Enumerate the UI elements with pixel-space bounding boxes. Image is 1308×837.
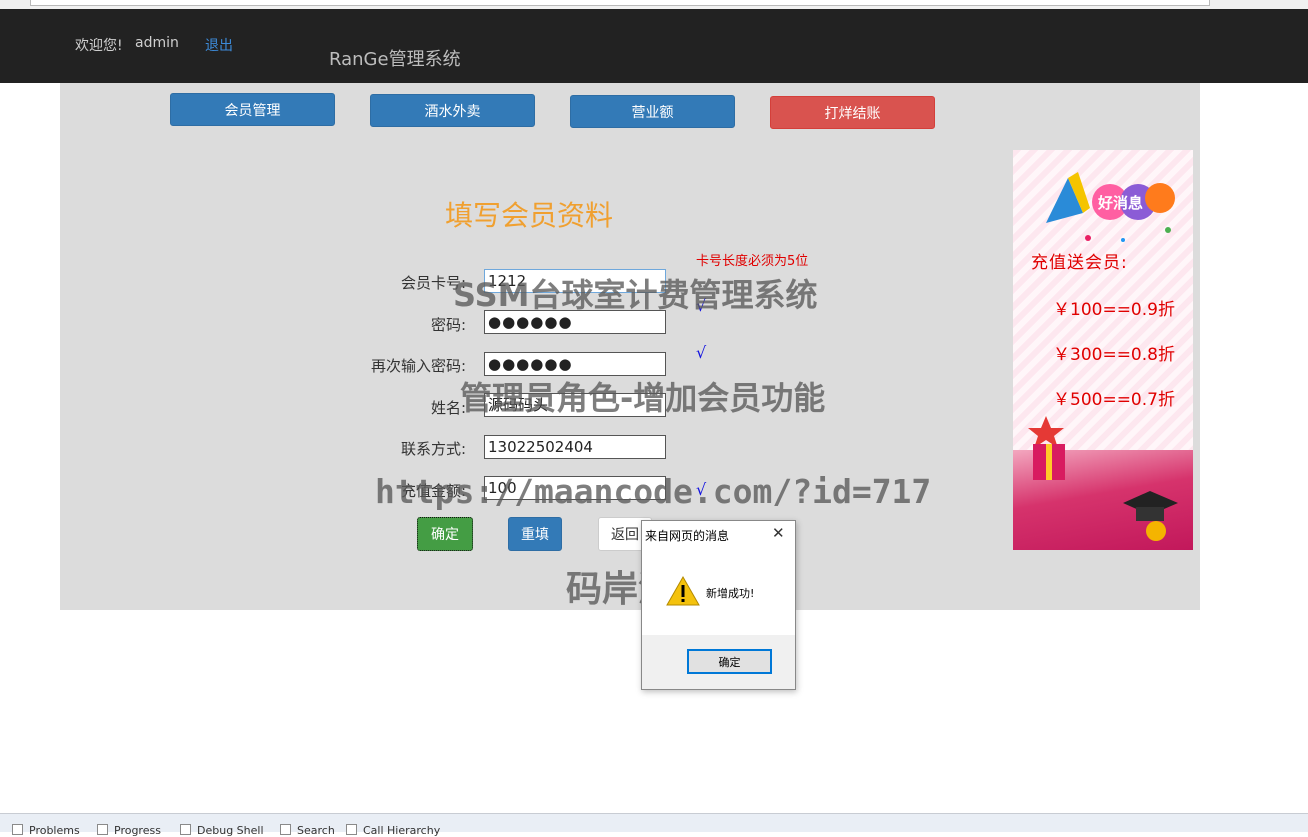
- brand-title[interactable]: RanGe管理系统: [329, 45, 461, 71]
- problems-icon: [12, 824, 23, 835]
- phone-input[interactable]: 13022502404: [484, 435, 666, 459]
- dialog-title: 来自网页的消息: [645, 529, 730, 543]
- alert-dialog: 来自网页的消息 ✕ 新增成功! 确定: [641, 520, 796, 690]
- warning-icon: [666, 575, 700, 606]
- confirm-password-label: 再次输入密码:: [370, 357, 466, 375]
- member-management-button[interactable]: 会员管理: [170, 93, 335, 126]
- revenue-button[interactable]: 营业额: [570, 95, 735, 128]
- form-title: 填写会员资料: [445, 199, 614, 232]
- confirm-password-check-icon: √: [696, 343, 707, 362]
- watermark-subtitle: 管理员角色-增加会员功能: [460, 379, 826, 417]
- browser-toolbar: [0, 0, 1308, 9]
- top-header: 欢迎您! admin 退出 RanGe管理系统: [0, 9, 1308, 83]
- promo-heading: 充值送会员:: [1031, 253, 1128, 273]
- closing-checkout-button[interactable]: 打烊结账: [770, 96, 935, 129]
- phone-label: 联系方式:: [400, 440, 466, 458]
- gift-bag-icon: [1028, 416, 1065, 480]
- welcome-text: 欢迎您!: [75, 38, 123, 54]
- promo-line-2: ￥300==0.8折: [1053, 345, 1175, 365]
- logout-link[interactable]: 退出: [205, 35, 233, 55]
- dialog-message: 新增成功!: [706, 587, 755, 600]
- promo-banner: 好消息 充值送会员: ￥100==0.9折 ￥300==0.8折 ￥500==0…: [1013, 150, 1193, 550]
- reset-button[interactable]: 重填: [508, 517, 562, 551]
- watermark-url: https://maancode.com/?id=717: [375, 472, 932, 511]
- watermark-title: SSM台球室计费管理系统: [453, 276, 818, 314]
- debug-shell-icon: [180, 824, 191, 835]
- username: admin: [135, 35, 179, 51]
- drinks-takeout-button[interactable]: 酒水外卖: [370, 94, 535, 127]
- close-icon[interactable]: ✕: [772, 524, 785, 542]
- call-hierarchy-icon: [346, 824, 357, 835]
- search-icon: [280, 824, 291, 835]
- card-length-error: 卡号长度必须为5位: [696, 254, 809, 269]
- progress-icon: [97, 824, 108, 835]
- graduation-cap-icon: [1123, 491, 1178, 541]
- good-news-badge-icon: 好消息: [1046, 172, 1175, 242]
- promo-line-3: ￥500==0.7折: [1053, 390, 1175, 410]
- ide-bottom-panel: Problems Progress Debug Shell Search Cal…: [0, 813, 1308, 837]
- dialog-ok-button[interactable]: 确定: [687, 649, 772, 674]
- password-label: 密码:: [430, 316, 466, 334]
- badge-text: 好消息: [1097, 194, 1143, 212]
- address-bar[interactable]: [30, 0, 1210, 6]
- promo-line-1: ￥100==0.9折: [1053, 300, 1175, 320]
- submit-button[interactable]: 确定: [417, 517, 473, 551]
